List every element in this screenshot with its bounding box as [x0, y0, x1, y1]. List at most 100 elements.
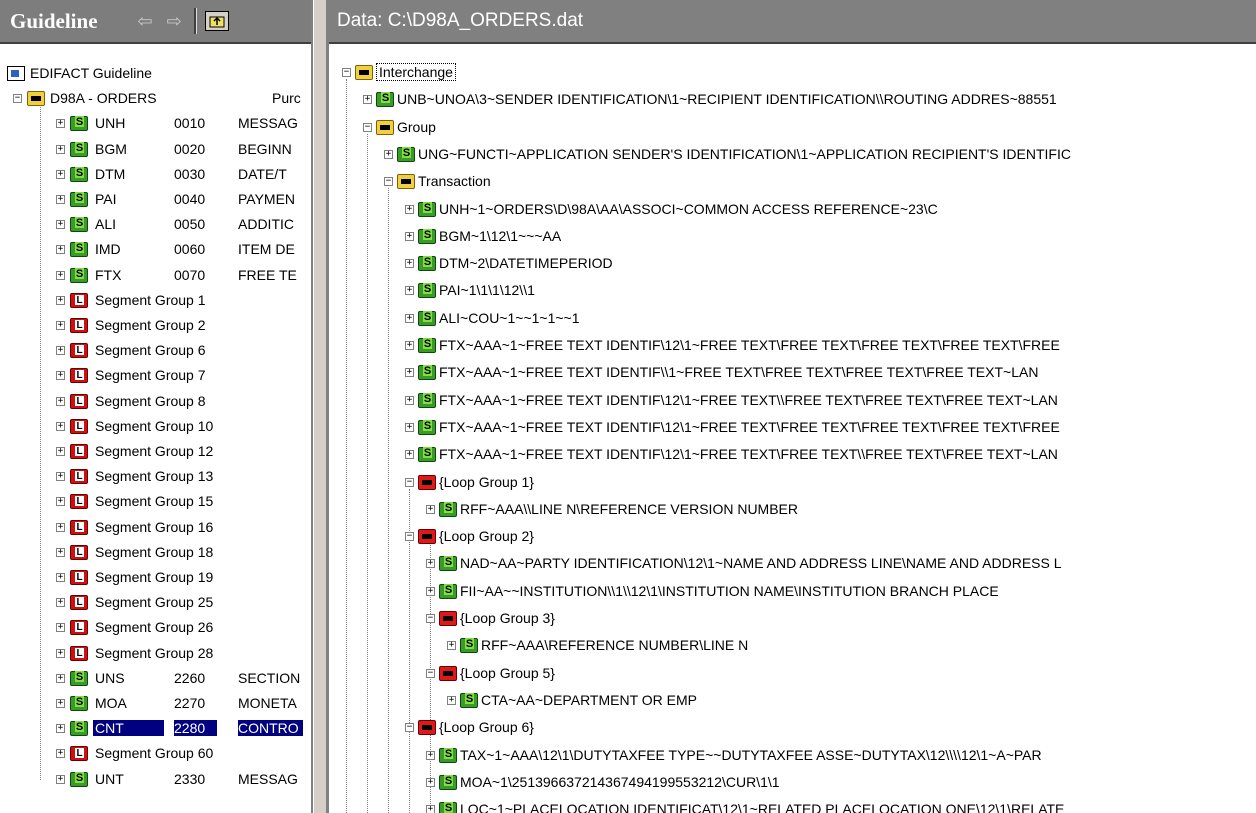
expand-icon[interactable]: +	[447, 695, 456, 705]
segment-item[interactable]: + UNS 2260 SECTION	[0, 667, 311, 692]
expand-icon[interactable]: +	[405, 368, 414, 378]
segment-group-item[interactable]: + Segment Group 2	[0, 314, 311, 339]
data-tree-row[interactable]: + UNB~UNOA\3~SENDER IDENTIFICATION\1~RECI…	[329, 88, 1256, 113]
data-tree-row[interactable]: + RFF~AAA\\LINE N\REFERENCE VERSION NUMBE…	[329, 498, 1256, 523]
segment-group-item[interactable]: + Segment Group 16	[0, 516, 311, 541]
data-tree-row[interactable]: + ALI~COU~1~~1~1~~1	[329, 307, 1256, 332]
expand-icon[interactable]: +	[56, 220, 65, 230]
data-tree-row[interactable]: + NAD~AA~PARTY IDENTIFICATION\12\1~NAME A…	[329, 552, 1256, 577]
expand-icon[interactable]: +	[56, 472, 65, 482]
segment-item[interactable]: + ALI 0050 ADDITIC	[0, 213, 311, 238]
segment-item[interactable]: + UNT 2330 MESSAG	[0, 768, 311, 793]
expand-icon[interactable]: +	[56, 195, 65, 204]
segment-group-item[interactable]: + Segment Group 19	[0, 566, 311, 591]
expand-icon[interactable]: +	[56, 573, 65, 582]
data-tree-row[interactable]: + FTX~AAA~1~FREE TEXT IDENTIF\12\1~FREE T…	[329, 334, 1256, 359]
data-tree-row[interactable]: − {Loop Group 5}	[329, 662, 1256, 687]
expand-icon[interactable]: +	[405, 341, 414, 350]
data-tree-row[interactable]: + RFF~AAA\REFERENCE NUMBER\LINE N	[329, 634, 1256, 659]
expand-icon[interactable]: +	[56, 119, 65, 129]
expand-icon[interactable]: +	[56, 648, 65, 658]
expand-icon[interactable]: +	[56, 245, 65, 255]
expand-icon[interactable]: +	[56, 522, 65, 532]
segment-group-item[interactable]: + Segment Group 8	[0, 390, 311, 415]
expand-icon[interactable]: +	[405, 450, 414, 460]
collapse-icon[interactable]: −	[405, 477, 414, 487]
back-arrow-icon[interactable]: ⇦	[138, 11, 153, 32]
data-tree-row[interactable]: + FTX~AAA~1~FREE TEXT IDENTIF\12\1~FREE T…	[329, 416, 1256, 441]
pane-splitter[interactable]	[313, 0, 327, 813]
expand-icon[interactable]: +	[405, 204, 414, 214]
tree-root[interactable]: EDIFACT Guideline	[0, 62, 311, 87]
data-tree-row[interactable]: + FTX~AAA~1~FREE TEXT IDENTIF\12\1~FREE T…	[329, 443, 1256, 468]
expand-icon[interactable]: +	[56, 673, 65, 683]
data-tree-row[interactable]: + FTX~AAA~1~FREE TEXT IDENTIF\\1~FREE TEX…	[329, 361, 1256, 386]
expand-icon[interactable]: +	[56, 396, 65, 406]
segment-item[interactable]: + BGM 0020 BEGINN	[0, 138, 311, 163]
expand-icon[interactable]: +	[56, 774, 65, 784]
expand-icon[interactable]: +	[56, 371, 65, 381]
data-tree-row[interactable]: − {Loop Group 3}	[329, 607, 1256, 632]
expand-icon[interactable]: +	[56, 169, 65, 179]
collapse-icon[interactable]: −	[384, 177, 393, 187]
data-tree-row[interactable]: − {Loop Group 2}	[329, 525, 1256, 550]
collapse-icon[interactable]: −	[405, 723, 414, 733]
expand-icon[interactable]: +	[56, 321, 65, 330]
data-tree-row[interactable]: + MOA~1\251396637214367494199553212\CUR\1…	[329, 771, 1256, 796]
data-tree-row[interactable]: − {Loop Group 1}	[329, 471, 1256, 496]
collapse-icon[interactable]: −	[426, 668, 435, 678]
segment-group-item[interactable]: + Segment Group 1	[0, 289, 311, 314]
expand-icon[interactable]: +	[426, 750, 435, 760]
collapse-icon[interactable]: −	[13, 94, 22, 104]
expand-icon[interactable]: +	[405, 313, 414, 323]
expand-icon[interactable]: +	[56, 699, 65, 708]
segment-group-item[interactable]: + Segment Group 12	[0, 440, 311, 465]
data-tree-row[interactable]: + FTX~AAA~1~FREE TEXT IDENTIF\12\1~FREE T…	[329, 389, 1256, 414]
expand-icon[interactable]: +	[426, 504, 435, 514]
expand-icon[interactable]: +	[405, 422, 414, 432]
data-tree-row[interactable]: + TAX~1~AAA\12\1\DUTYTAXFEE TYPE~~DUTYTAX…	[329, 744, 1256, 769]
expand-icon[interactable]: +	[426, 559, 435, 569]
expand-icon[interactable]: +	[56, 749, 65, 759]
up-folder-icon[interactable]	[204, 11, 229, 31]
expand-icon[interactable]: +	[56, 623, 65, 633]
expand-icon[interactable]: +	[56, 724, 65, 734]
expand-icon[interactable]: +	[384, 149, 393, 159]
data-tree-row[interactable]: − Transaction	[329, 170, 1256, 195]
expand-icon[interactable]: +	[405, 231, 414, 241]
collapse-icon[interactable]: −	[342, 68, 351, 77]
expand-icon[interactable]: +	[56, 447, 65, 456]
collapse-icon[interactable]: −	[405, 532, 414, 542]
expand-icon[interactable]: +	[56, 144, 65, 154]
segment-group-item[interactable]: + Segment Group 15	[0, 490, 311, 515]
expand-icon[interactable]: +	[426, 586, 435, 596]
expand-icon[interactable]: +	[56, 295, 65, 305]
segment-group-item[interactable]: + Segment Group 25	[0, 591, 311, 616]
data-tree-row[interactable]: + PAI~1\1\1\12\\1	[329, 279, 1256, 304]
expand-icon[interactable]: +	[426, 777, 435, 787]
forward-arrow-icon[interactable]: ⇨	[167, 11, 182, 32]
message-node[interactable]: − D98A - ORDERS Purc	[0, 87, 311, 112]
expand-icon[interactable]: +	[56, 270, 65, 280]
expand-icon[interactable]: +	[56, 421, 65, 431]
segment-group-item[interactable]: + Segment Group 26	[0, 616, 311, 641]
data-tree-row[interactable]: + UNG~FUNCTI~APPLICATION SENDER'S IDENTIF…	[329, 143, 1256, 168]
data-tree-row[interactable]: + DTM~2\DATETIMEPERIOD	[329, 252, 1256, 277]
collapse-icon[interactable]: −	[363, 122, 372, 132]
segment-group-item[interactable]: + Segment Group 6	[0, 339, 311, 364]
data-tree-row[interactable]: + UNH~1~ORDERS\D\98A\AA\ASSOCI~COMMON ACC…	[329, 198, 1256, 223]
expand-icon[interactable]: +	[447, 641, 456, 651]
expand-icon[interactable]: +	[405, 259, 414, 269]
expand-icon[interactable]: +	[56, 547, 65, 557]
data-tree-row[interactable]: − Group	[329, 116, 1256, 141]
segment-item[interactable]: + PAI 0040 PAYMEN	[0, 188, 311, 213]
segment-group-item[interactable]: + Segment Group 18	[0, 541, 311, 566]
expand-icon[interactable]: +	[405, 286, 414, 296]
expand-icon[interactable]: +	[363, 95, 372, 105]
data-tree-row[interactable]: + LOC~1~PLACELOCATION IDENTIFICAT\12\1~RE…	[329, 798, 1256, 813]
segment-item[interactable]: + IMD 0060 ITEM DE	[0, 238, 311, 263]
expand-icon[interactable]: +	[405, 395, 414, 405]
segment-item[interactable]: + UNH 0010 MESSAG	[0, 112, 311, 137]
expand-icon[interactable]: +	[56, 598, 65, 608]
data-tree-row[interactable]: + BGM~1\12\1~~~AA	[329, 225, 1256, 250]
